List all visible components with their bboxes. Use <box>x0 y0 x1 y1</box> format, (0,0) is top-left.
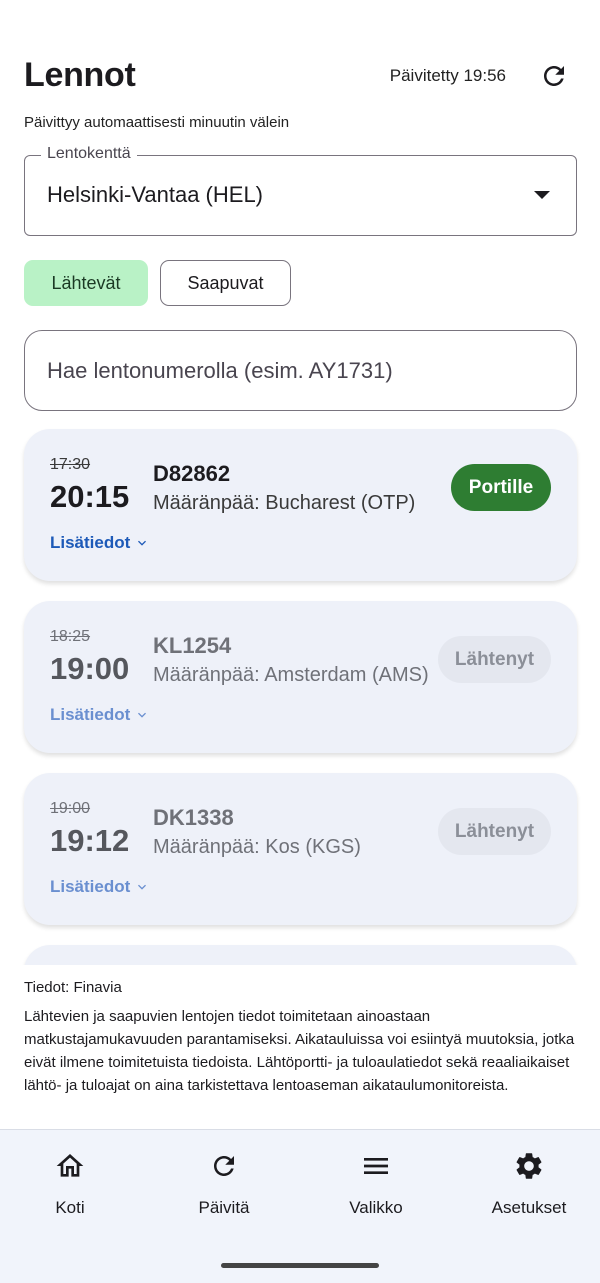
nav-label: Päivitä <box>198 1198 250 1217</box>
nav-item-home[interactable]: Koti <box>5 1150 135 1230</box>
scheduled-time: 18:25 <box>50 628 91 645</box>
flight-number: D82862 <box>153 461 231 486</box>
status-badge: Portille <box>451 464 551 511</box>
refresh-icon <box>208 1150 240 1182</box>
dropdown-arrow-icon <box>534 191 550 199</box>
page-title: Lennot <box>24 56 136 94</box>
destination: Määränpää: Kos (KGS) <box>153 836 361 858</box>
refresh-icon <box>544 66 564 86</box>
bottom-navigation: Koti Päivitä Valikko Asetukset <box>0 1129 600 1247</box>
airport-select-value: Helsinki-Vantaa (HEL) <box>47 182 264 207</box>
search-placeholder: Hae lentonumerolla (esim. AY1731) <box>47 358 393 383</box>
nav-item-settings[interactable]: Asetukset <box>464 1150 594 1230</box>
flight-search-input[interactable]: Hae lentonumerolla (esim. AY1731) <box>24 330 577 411</box>
auto-update-note: Päivittyy automaattisesti minuutin välei… <box>24 114 290 131</box>
menu-icon <box>360 1150 392 1182</box>
nav-label: Valikko <box>349 1198 403 1217</box>
flight-number: DK1338 <box>153 805 234 830</box>
actual-time: 20:15 <box>50 479 130 514</box>
details-label: Lisätiedot <box>50 533 131 552</box>
gear-icon <box>513 1150 545 1182</box>
system-gesture-area <box>0 1247 600 1283</box>
chevron-down-icon <box>138 884 147 890</box>
scheduled-time: 17:30 <box>50 456 91 473</box>
flight-number: KL1254 <box>153 633 232 658</box>
chevron-down-icon <box>138 540 147 546</box>
details-toggle[interactable]: Lisätiedot <box>50 705 150 725</box>
actual-time: 19:12 <box>50 823 130 858</box>
details-toggle[interactable]: Lisätiedot <box>50 533 150 553</box>
details-label: Lisätiedot <box>50 705 131 724</box>
flight-card[interactable]: 19:00 19:12 DK1338 Määränpää: Kos (KGS) … <box>24 773 577 925</box>
flight-list[interactable]: 17:30 20:15 D82862 Määränpää: Bucharest … <box>0 420 600 965</box>
details-toggle[interactable]: Lisätiedot <box>50 877 150 897</box>
scheduled-time: 19:00 <box>50 800 91 817</box>
nav-label: Koti <box>55 1198 85 1217</box>
chevron-down-icon <box>138 712 147 718</box>
gesture-handle[interactable] <box>221 1263 379 1268</box>
refresh-button[interactable] <box>534 56 574 96</box>
data-source: Tiedot: Finavia <box>24 979 122 996</box>
home-icon <box>54 1150 86 1182</box>
data-disclaimer: Tiedot: Finavia Lähtevien ja saapuvien l… <box>24 976 576 1097</box>
app-header: Lennot Päivitetty 19:56 <box>24 56 576 96</box>
tab-arrivals[interactable]: Saapuvat <box>160 260 291 306</box>
details-label: Lisätiedot <box>50 877 131 896</box>
tab-departures[interactable]: Lähtevät <box>24 260 148 306</box>
airport-select[interactable]: Lentokenttä Helsinki-Vantaa (HEL) <box>24 145 577 236</box>
nav-item-refresh[interactable]: Päivitä <box>159 1150 289 1230</box>
destination: Määränpää: Amsterdam (AMS) <box>153 664 429 686</box>
destination: Määränpää: Bucharest (OTP) <box>153 492 416 514</box>
actual-time: 19:00 <box>50 651 130 686</box>
last-updated-text: Päivitetty 19:56 <box>389 66 506 85</box>
airport-select-label: Lentokenttä <box>41 145 137 163</box>
flight-card-partial[interactable] <box>24 945 577 965</box>
nav-item-menu[interactable]: Valikko <box>311 1150 441 1230</box>
nav-label: Asetukset <box>491 1198 567 1217</box>
flight-card[interactable]: 18:25 19:00 KL1254 Määränpää: Amsterdam … <box>24 601 577 753</box>
disclaimer-text: Lähtevien ja saapuvien lentojen tiedot t… <box>24 1008 575 1094</box>
status-badge: Lähtenyt <box>438 808 551 855</box>
status-badge: Lähtenyt <box>438 636 551 683</box>
flight-card[interactable]: 17:30 20:15 D82862 Määränpää: Bucharest … <box>24 429 577 581</box>
